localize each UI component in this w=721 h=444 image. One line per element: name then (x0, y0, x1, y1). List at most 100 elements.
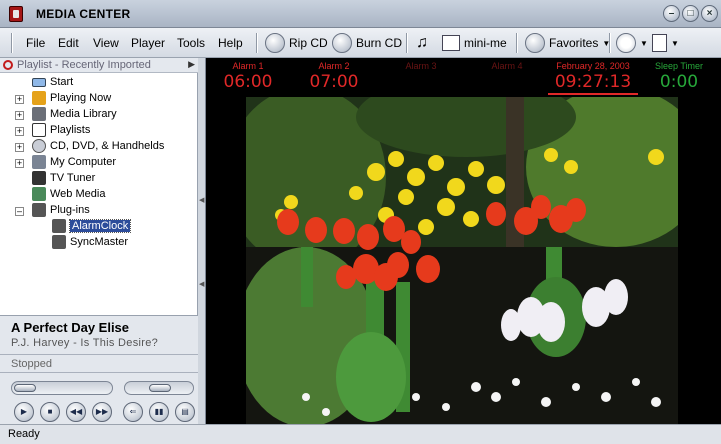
alarm-4[interactable]: Alarm 4 (472, 61, 542, 71)
sleep-timer[interactable]: Sleep Timer 0:00 (644, 61, 714, 92)
left-pane: Playlist - Recently Imported ▶ Start + P… (0, 58, 198, 424)
equalizer-button[interactable]: ▮▮ (149, 402, 169, 422)
playing-now-icon (32, 91, 46, 105)
alarm-clock-view: Alarm 1 06:00 Alarm 2 07:00 Alarm 3 Alar… (206, 58, 721, 424)
maximize-button[interactable]: □ (682, 5, 699, 22)
rip-cd-icon (265, 33, 285, 53)
alarm-3[interactable]: Alarm 3 (386, 61, 456, 71)
plugin-icon (32, 203, 46, 217)
toolbar: File Edit View Player Tools Help Rip CD … (0, 28, 721, 58)
view-options-button[interactable]: ▼ (652, 31, 679, 55)
menu-edit[interactable]: Edit (58, 36, 79, 50)
playlist-header[interactable]: Playlist - Recently Imported ▶ (0, 58, 198, 73)
tree-item-tv-tuner[interactable]: TV Tuner (32, 170, 95, 186)
playlist-header-label: Playlist - Recently Imported (17, 59, 151, 71)
collapse-left-icon[interactable]: ◀ (199, 196, 204, 204)
toolbar-separator (256, 33, 257, 53)
sleep-timer-value: 0:00 (659, 72, 699, 92)
tree-item-cd-dvd-handhelds[interactable]: CD, DVD, & Handhelds (32, 138, 164, 154)
burn-cd-icon (332, 33, 352, 53)
web-media-icon (32, 187, 46, 201)
play-button[interactable]: ▶ (14, 402, 34, 422)
tree-item-my-computer[interactable]: My Computer (32, 154, 116, 170)
next-button[interactable]: ▶▶ (92, 402, 112, 422)
alarm-label: Alarm 3 (405, 61, 437, 71)
previous-button[interactable]: ◀◀ (66, 402, 86, 422)
tree-label: CD, DVD, & Handhelds (50, 140, 165, 152)
tree-item-alarm-clock[interactable]: AlarmClock (52, 218, 132, 234)
app-icon[interactable] (9, 6, 23, 22)
tree-item-playing-now[interactable]: Playing Now (32, 90, 111, 106)
menu-tools[interactable]: Tools (177, 36, 205, 50)
expand-icon[interactable]: + (15, 143, 24, 152)
favorites-button[interactable]: Favorites ▼ (525, 31, 610, 55)
rip-cd-button[interactable]: Rip CD (265, 31, 328, 55)
track-artist: P.J. Harvey - Is This Desire? (11, 337, 159, 349)
collapse-left-icon[interactable]: ◀ (199, 280, 204, 288)
favorites-icon (525, 33, 545, 53)
tree-label: My Computer (50, 156, 117, 168)
menu-view[interactable]: View (93, 36, 119, 50)
tree-item-start[interactable]: Start (32, 74, 73, 90)
menu-help[interactable]: Help (218, 36, 243, 50)
tree-item-web-media[interactable]: Web Media (32, 186, 105, 202)
tv-icon (32, 171, 46, 185)
start-icon (32, 77, 46, 87)
search-icon (616, 33, 636, 53)
seek-thumb[interactable] (14, 384, 36, 392)
expand-icon[interactable]: + (15, 111, 24, 120)
mini-me-icon (442, 35, 460, 51)
mini-me-button[interactable]: mini-me (442, 31, 507, 55)
display-button[interactable]: ▤ (175, 402, 195, 422)
playlists-icon (32, 123, 46, 137)
close-button[interactable]: × (701, 5, 718, 22)
menu-player[interactable]: Player (131, 36, 165, 50)
plugin-icon (52, 219, 66, 233)
my-computer-icon (32, 155, 46, 169)
chevron-down-icon: ▼ (671, 38, 679, 48)
status-bar: Ready (0, 424, 721, 444)
sleep-timer-label: Sleep Timer (654, 61, 704, 71)
playback-status: Stopped (11, 358, 52, 370)
burn-cd-button[interactable]: Burn CD (332, 31, 402, 55)
tree-item-playlists[interactable]: Playlists (32, 122, 90, 138)
volume-thumb[interactable] (149, 384, 171, 392)
tree-label: Playlists (50, 124, 91, 136)
collapse-icon[interactable]: – (15, 207, 24, 216)
seek-slider[interactable] (11, 381, 113, 395)
tree-label: TV Tuner (50, 172, 96, 184)
menu-file[interactable]: File (26, 36, 45, 50)
alarm-label: Alarm 2 (318, 61, 350, 71)
record-icon (3, 60, 13, 70)
tree-item-sync-master[interactable]: SyncMaster (52, 234, 128, 250)
alarm-1[interactable]: Alarm 1 06:00 (213, 61, 283, 92)
track-title: A Perfect Day Elise (11, 320, 130, 335)
stop-button[interactable]: ■ (40, 402, 60, 422)
now-playing-panel: A Perfect Day Elise P.J. Harvey - Is Thi… (0, 315, 198, 424)
window-title: MEDIA CENTER (36, 7, 131, 21)
toolbar-grip (11, 33, 12, 53)
search-button[interactable]: ▼ (616, 31, 648, 55)
expand-icon[interactable]: + (15, 159, 24, 168)
expand-arrow-icon[interactable]: ▶ (188, 59, 195, 70)
tulip-garden-image (246, 97, 678, 424)
tree-item-media-library[interactable]: Media Library (32, 106, 117, 122)
back-button[interactable]: ⇐ (123, 402, 143, 422)
tree-item-plug-ins[interactable]: Plug-ins (32, 202, 90, 218)
clock-time: 09:27:13 (548, 72, 638, 95)
tree-label: Media Library (50, 108, 117, 120)
expand-icon[interactable]: + (15, 95, 24, 104)
alarm-2[interactable]: Alarm 2 07:00 (299, 61, 369, 92)
pane-splitter[interactable]: ◀ ◀ (198, 58, 206, 424)
music-note-icon: ♫ (416, 34, 428, 51)
cd-icon (32, 139, 46, 153)
plugin-icon (52, 235, 66, 249)
volume-slider[interactable] (124, 381, 194, 395)
tree-label: SyncMaster (70, 236, 129, 248)
tree-label: Plug-ins (50, 204, 90, 216)
music-note-button[interactable]: ♫ (416, 31, 428, 55)
tree-label: Start (50, 76, 74, 88)
expand-icon[interactable]: + (15, 127, 24, 136)
favorites-label: Favorites (549, 36, 599, 50)
minimize-button[interactable]: – (663, 5, 680, 22)
